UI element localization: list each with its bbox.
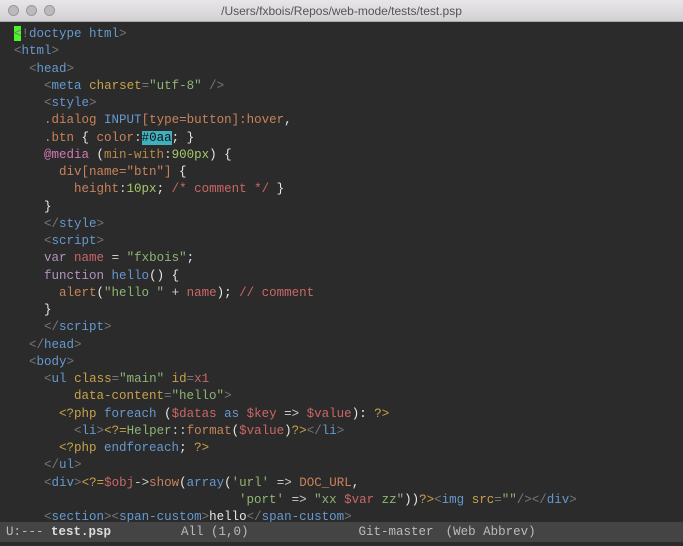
code-editor[interactable]: <!doctype html> <html> <head> <meta char…	[0, 22, 683, 522]
modeline-filename: test.psp	[51, 525, 111, 539]
window-title: /Users/fxbois/Repos/web-mode/tests/test.…	[0, 4, 683, 18]
window-titlebar: /Users/fxbois/Repos/web-mode/tests/test.…	[0, 0, 683, 22]
modeline-vc: Git-master	[359, 525, 434, 539]
mode-line: U:--- test.psp All (1,0) Git-master (Web…	[0, 522, 683, 542]
modeline-position: All (1,0)	[181, 525, 249, 539]
modeline-status: U:---	[6, 525, 51, 539]
modeline-mode: (Web Abbrev)	[446, 525, 536, 539]
